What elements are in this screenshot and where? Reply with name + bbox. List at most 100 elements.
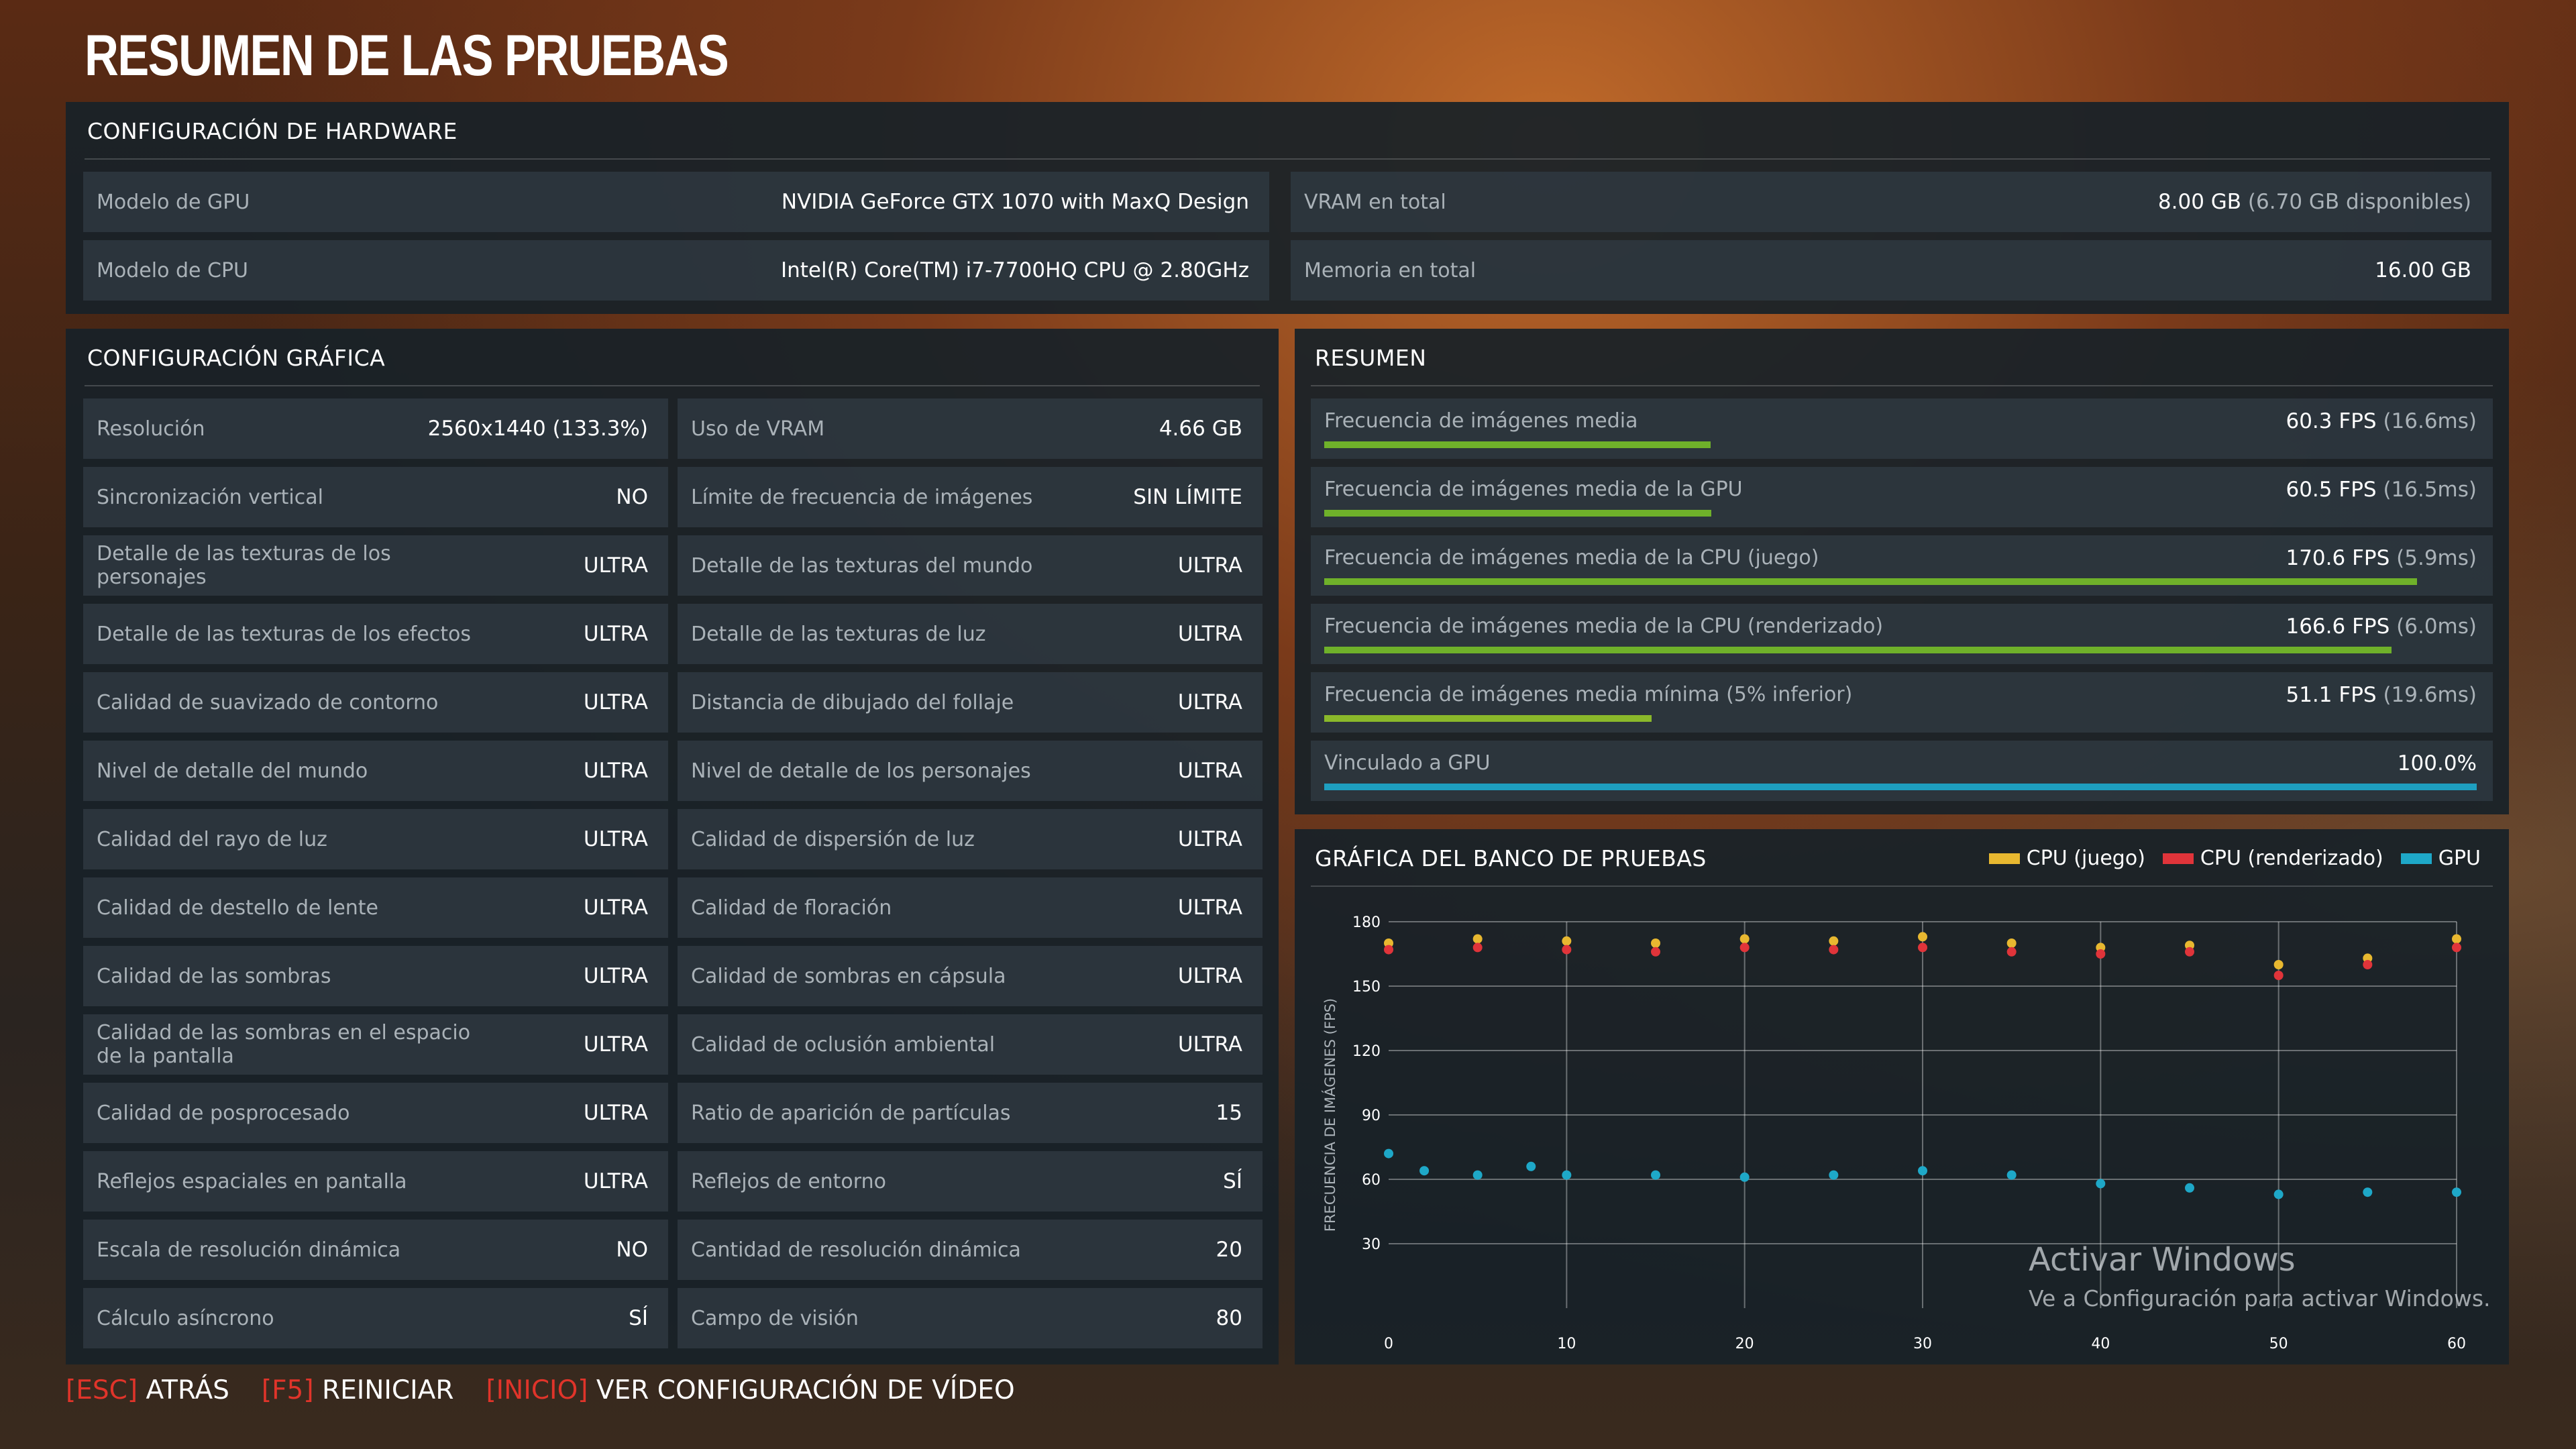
data-point [2006, 938, 2017, 948]
graphics-row: Detalle de las texturas de los efectos UL… [83, 604, 668, 664]
setting-value: ULTRA [583, 622, 648, 646]
data-point [1419, 1166, 1430, 1176]
y-tick-label: 60 [1362, 1172, 1381, 1189]
data-point [1651, 938, 1660, 948]
data-point [1829, 936, 1839, 946]
hw-memory-value: 16.00 GB [2375, 258, 2471, 282]
x-tick-label: 20 [1735, 1336, 1754, 1352]
summary-ms: (19.6ms) [2383, 683, 2477, 707]
setting-value: ULTRA [1177, 964, 1242, 988]
setting-label: Uso de VRAM [691, 417, 825, 441]
hw-vram-label: VRAM en total [1304, 190, 1446, 214]
summary-bar-fill [1324, 647, 2392, 653]
setting-label: Calidad del rayo de luz [97, 827, 327, 851]
summary-divider [1311, 385, 2493, 386]
graphics-row: Cálculo asíncrono SÍ [83, 1288, 668, 1348]
setting-value: SÍ [629, 1306, 648, 1330]
setting-value: ULTRA [583, 964, 648, 988]
summary-value: 166.6 FPS (6.0ms) [2286, 614, 2477, 639]
data-point [2273, 1189, 2284, 1199]
view-video-settings-label: VER CONFIGURACIÓN DE VÍDEO [596, 1375, 1015, 1405]
summary-bar-track [1324, 441, 2477, 448]
summary-bar-fill [1324, 578, 2417, 585]
graphics-panel: CONFIGURACIÓN GRÁFICA Resolución 2560x144… [66, 329, 1279, 1364]
setting-label: Calidad de las sombras en el espacio de … [97, 1021, 471, 1068]
hardware-title: CONFIGURACIÓN DE HARDWARE [87, 118, 458, 144]
setting-label: Calidad de las sombras [97, 964, 331, 988]
hw-cpu-value: Intel(R) Core(TM) i7-7700HQ CPU @ 2.80GH… [780, 258, 1249, 282]
y-tick-label: 30 [1362, 1236, 1381, 1253]
setting-label: Calidad de dispersión de luz [691, 827, 975, 851]
esc-key: [ESC] [66, 1375, 138, 1405]
summary-bar-track [1324, 784, 2477, 790]
data-point [1918, 1166, 1927, 1176]
data-point [2096, 949, 2106, 959]
data-point [2452, 1187, 2461, 1197]
setting-value: 15 [1216, 1101, 1242, 1125]
data-point [1918, 943, 1927, 953]
summary-bar-fill [1324, 441, 1711, 448]
setting-value: 4.66 GB [1159, 417, 1242, 441]
setting-label: Escala de resolución dinámica [97, 1238, 401, 1262]
graphics-row: Calidad de floración ULTRA [678, 877, 1263, 938]
graphics-row: Calidad de las sombras en el espacio de … [83, 1014, 668, 1075]
setting-value: 80 [1216, 1306, 1242, 1330]
setting-label: Calidad de destello de lente [97, 896, 379, 920]
graphics-row: Detalle de las texturas del mundo ULTRA [678, 535, 1263, 596]
data-point [1651, 1170, 1660, 1180]
setting-value: ULTRA [1177, 827, 1242, 851]
hw-vram-value: 8.00 GB (6.70 GB disponibles) [2158, 190, 2471, 214]
summary-panel: RESUMEN Frecuencia de imágenes media 60.3… [1295, 329, 2509, 814]
data-point [1651, 947, 1660, 957]
back-button[interactable]: [ESC] ATRÁS [66, 1375, 229, 1405]
graphics-row: Sincronización vertical NO [83, 467, 668, 527]
hardware-divider [85, 158, 2490, 160]
summary-label: Frecuencia de imágenes media de la GPU [1324, 478, 1743, 501]
summary-row: Frecuencia de imágenes media 60.3 FPS (16… [1311, 398, 2493, 459]
data-point [2185, 947, 2194, 957]
setting-value: ULTRA [1177, 759, 1242, 783]
summary-row: Frecuencia de imágenes media de la CPU (… [1311, 535, 2493, 596]
data-point [1562, 936, 1572, 946]
data-point [1918, 932, 1927, 942]
hw-cpu-label: Modelo de CPU [97, 258, 248, 282]
data-point [2185, 1183, 2194, 1193]
setting-value: SIN LÍMITE [1133, 485, 1242, 509]
setting-label: Resolución [97, 417, 205, 441]
x-tick-label: 40 [2091, 1336, 2110, 1352]
data-point [1739, 934, 1750, 944]
setting-value: ULTRA [583, 690, 648, 714]
summary-bar-track [1324, 647, 2477, 653]
summary-label: Frecuencia de imágenes media [1324, 409, 1638, 433]
hw-vram-amount: 8.00 GB [2157, 190, 2242, 214]
setting-value: ULTRA [583, 827, 648, 851]
graphics-row: Calidad de las sombras ULTRA [83, 946, 668, 1006]
view-video-settings-button[interactable]: [INICIO] VER CONFIGURACIÓN DE VÍDEO [486, 1375, 1014, 1405]
summary-row: Vinculado a GPU 100.0% [1311, 741, 2493, 801]
setting-label: Calidad de oclusión ambiental [691, 1032, 996, 1057]
home-key: [INICIO] [486, 1375, 588, 1405]
hw-row-gpu: Modelo de GPU NVIDIA GeForce GTX 1070 wi… [83, 172, 1269, 232]
restart-button[interactable]: [F5] REINICIAR [262, 1375, 454, 1405]
summary-bar-track [1324, 578, 2477, 585]
summary-value: 51.1 FPS (19.6ms) [2286, 683, 2477, 707]
setting-label: Detalle de las texturas de los personaje… [97, 542, 391, 589]
hw-row-cpu: Modelo de CPU Intel(R) Core(TM) i7-7700H… [83, 240, 1269, 301]
graphics-row: Nivel de detalle del mundo ULTRA [83, 741, 668, 801]
setting-value: ULTRA [583, 1032, 648, 1057]
x-axis-label: TIEMPO (S) [1879, 1363, 1965, 1364]
y-tick-label: 90 [1362, 1108, 1381, 1124]
setting-label: Calidad de suavizado de contorno [97, 690, 439, 714]
setting-label: Sincronización vertical [97, 485, 323, 509]
setting-label: Ratio de aparición de partículas [691, 1101, 1011, 1125]
summary-label: Frecuencia de imágenes media de la CPU (… [1324, 614, 1884, 638]
data-point [1472, 934, 1483, 944]
setting-label: Distancia de dibujado del follaje [691, 690, 1014, 714]
graphics-row: Nivel de detalle de los personajes ULTRA [678, 741, 1263, 801]
hw-row-memory: Memoria en total 16.00 GB [1291, 240, 2491, 301]
hw-gpu-value: NVIDIA GeForce GTX 1070 with MaxQ Design [781, 190, 1249, 214]
graphics-row: Ratio de aparición de partículas 15 [678, 1083, 1263, 1143]
hardware-panel: CONFIGURACIÓN DE HARDWARE Modelo de GPU … [66, 102, 2509, 314]
graphics-row: Cantidad de resolución dinámica 20 [678, 1220, 1263, 1280]
restart-label: REINICIAR [322, 1375, 454, 1405]
